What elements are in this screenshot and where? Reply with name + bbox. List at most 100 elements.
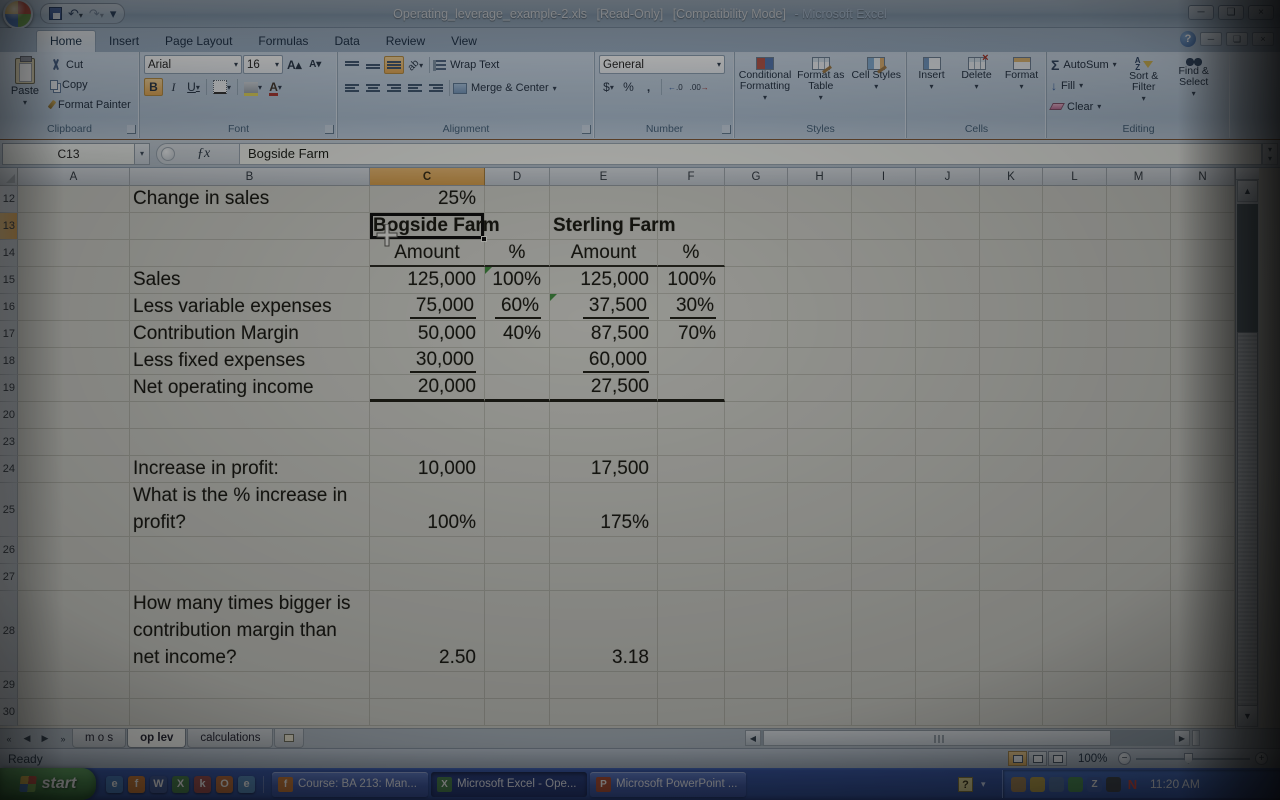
cell-H23[interactable] — [788, 429, 852, 456]
start-button[interactable]: start — [0, 768, 96, 800]
cell-E29[interactable] — [550, 672, 658, 699]
tray-zonealarm-icon[interactable]: Z — [1087, 777, 1102, 792]
cell-J15[interactable] — [916, 267, 980, 294]
cell-K23[interactable] — [980, 429, 1043, 456]
cell-F23[interactable] — [658, 429, 725, 456]
ribbon-tab-insert[interactable]: Insert — [96, 31, 152, 52]
ribbon-tab-page-layout[interactable]: Page Layout — [152, 31, 245, 52]
workbook-close-button[interactable]: × — [1252, 32, 1274, 46]
quick-launch-explorer-icon[interactable]: e — [238, 776, 255, 793]
qat-customize-icon[interactable]: ▾ — [110, 7, 117, 20]
cell-H26[interactable] — [788, 537, 852, 564]
vertical-scroll-thumb[interactable] — [1237, 332, 1258, 708]
ribbon-tab-formulas[interactable]: Formulas — [245, 31, 321, 52]
cell-L23[interactable] — [1043, 429, 1107, 456]
cell-I13[interactable] — [852, 213, 916, 240]
cell-I28[interactable] — [852, 591, 916, 672]
tray-tools-icon[interactable] — [1049, 777, 1064, 792]
cell-D27[interactable] — [485, 564, 550, 591]
insert-worksheet-tab[interactable] — [274, 729, 304, 748]
find-select-button[interactable]: Find & Select▾ — [1171, 55, 1217, 122]
sheet-tab-calculations[interactable]: calculations — [187, 729, 273, 748]
font-dialog-launcher-icon[interactable] — [325, 125, 334, 134]
cell-H13[interactable] — [788, 213, 852, 240]
fill-color-button[interactable]: ▾ — [241, 78, 265, 96]
tray-security-shield-icon[interactable] — [1030, 777, 1045, 792]
cell-K20[interactable] — [980, 402, 1043, 429]
cell-E12[interactable] — [550, 186, 658, 213]
cell-M30[interactable] — [1107, 699, 1171, 726]
minimize-button[interactable]: ─ — [1188, 5, 1214, 20]
cell-I14[interactable] — [852, 240, 916, 267]
cell-K15[interactable] — [980, 267, 1043, 294]
taskbar-button-firefox[interactable]: fCourse: BA 213: Man... — [272, 772, 428, 797]
cell-H30[interactable] — [788, 699, 852, 726]
cell-M20[interactable] — [1107, 402, 1171, 429]
cell-N27[interactable] — [1171, 564, 1235, 591]
cell-C25[interactable]: 100% — [370, 483, 485, 537]
cell-G17[interactable] — [725, 321, 788, 348]
cell-F12[interactable] — [658, 186, 725, 213]
cell-I16[interactable] — [852, 294, 916, 321]
cell-K14[interactable] — [980, 240, 1043, 267]
conditional-formatting-button[interactable]: Conditional Formatting▾ — [739, 55, 791, 122]
cell-M19[interactable] — [1107, 375, 1171, 402]
font-color-button[interactable]: A▾ — [266, 78, 285, 96]
col-header-I[interactable]: I — [852, 168, 916, 186]
cell-F28[interactable] — [658, 591, 725, 672]
quick-launch-outlook-icon[interactable]: O — [216, 776, 233, 793]
vertical-scroll-track[interactable] — [1237, 204, 1258, 332]
fill-button[interactable]: ↓Fill▾ — [1051, 76, 1117, 95]
sort-filter-button[interactable]: AZ Sort & Filter▾ — [1121, 55, 1167, 122]
orientation-button[interactable]: ab▾ — [405, 56, 426, 74]
cell-H12[interactable] — [788, 186, 852, 213]
cell-G24[interactable] — [725, 456, 788, 483]
cell-C12[interactable]: 25% — [370, 186, 485, 213]
fill-handle[interactable] — [481, 236, 487, 242]
cell-G19[interactable] — [725, 375, 788, 402]
cell-J17[interactable] — [916, 321, 980, 348]
format-as-table-button[interactable]: Format as Table▾ — [795, 55, 847, 122]
cell-B26[interactable] — [130, 537, 370, 564]
cell-I23[interactable] — [852, 429, 916, 456]
cell-B17[interactable]: Contribution Margin — [130, 321, 370, 348]
cell-A18[interactable] — [18, 348, 130, 375]
cell-K17[interactable] — [980, 321, 1043, 348]
cell-L29[interactable] — [1043, 672, 1107, 699]
row-header-17[interactable]: 17 — [0, 321, 18, 348]
horizontal-scroll-thumb[interactable] — [763, 730, 1111, 746]
cell-F29[interactable] — [658, 672, 725, 699]
cell-G15[interactable] — [725, 267, 788, 294]
cell-K27[interactable] — [980, 564, 1043, 591]
col-header-K[interactable]: K — [980, 168, 1043, 186]
cell-D17[interactable]: 40% — [485, 321, 550, 348]
taskbar-button-excel[interactable]: XMicrosoft Excel - Ope... — [431, 772, 587, 797]
cell-E27[interactable] — [550, 564, 658, 591]
cell-J20[interactable] — [916, 402, 980, 429]
cell-L17[interactable] — [1043, 321, 1107, 348]
cell-M24[interactable] — [1107, 456, 1171, 483]
cell-A19[interactable] — [18, 375, 130, 402]
cell-N23[interactable] — [1171, 429, 1235, 456]
cell-M15[interactable] — [1107, 267, 1171, 294]
row-header-18[interactable]: 18 — [0, 348, 18, 375]
col-header-D[interactable]: D — [485, 168, 550, 186]
cell-F19[interactable] — [658, 375, 725, 402]
cell-F13[interactable] — [658, 213, 725, 240]
cell-K24[interactable] — [980, 456, 1043, 483]
scroll-down-icon[interactable]: ▼ — [1237, 705, 1258, 727]
format-cells-button[interactable]: Format▾ — [1001, 55, 1042, 122]
cell-H25[interactable] — [788, 483, 852, 537]
col-header-J[interactable]: J — [916, 168, 980, 186]
cell-H20[interactable] — [788, 402, 852, 429]
cell-L18[interactable] — [1043, 348, 1107, 375]
cell-H15[interactable] — [788, 267, 852, 294]
cell-B29[interactable] — [130, 672, 370, 699]
cell-F30[interactable] — [658, 699, 725, 726]
cell-I26[interactable] — [852, 537, 916, 564]
cell-F20[interactable] — [658, 402, 725, 429]
cell-I27[interactable] — [852, 564, 916, 591]
cell-G20[interactable] — [725, 402, 788, 429]
cell-C20[interactable] — [370, 402, 485, 429]
cell-N14[interactable] — [1171, 240, 1235, 267]
